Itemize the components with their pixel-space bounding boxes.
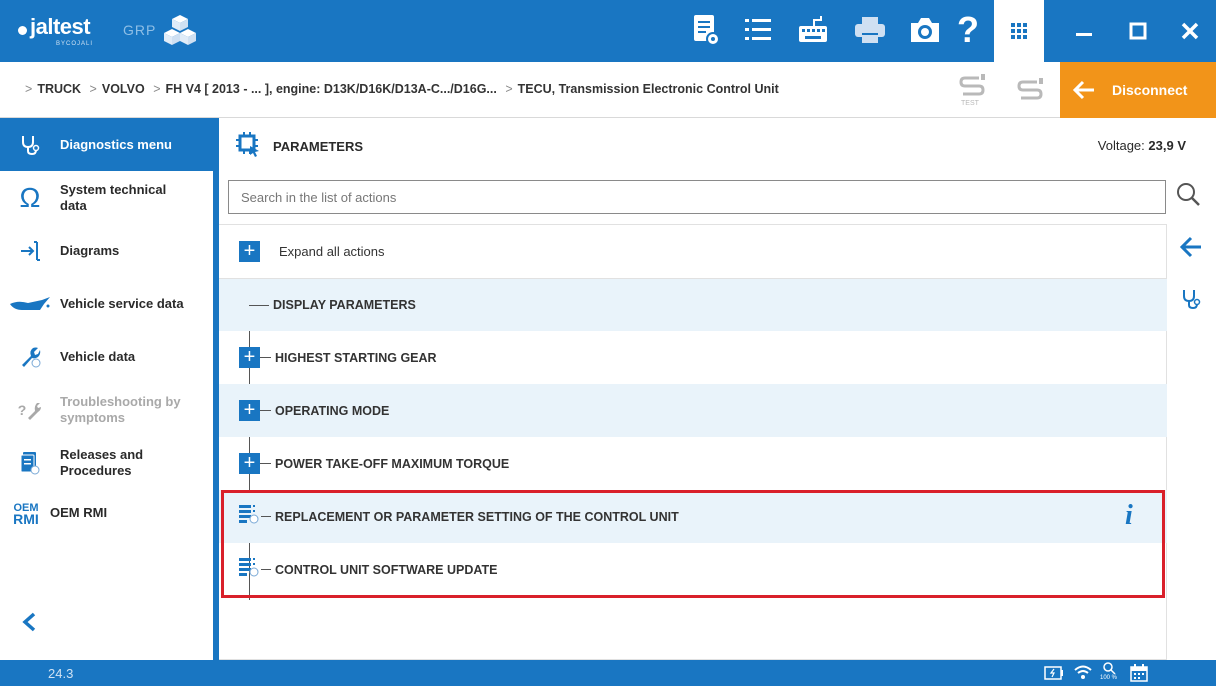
breadcrumb-item-tecu: TECU, Transmission Electronic Control Un… <box>517 82 779 96</box>
list-item[interactable]: + OPERATING MODE <box>219 384 1167 437</box>
cubes-icon <box>163 13 197 52</box>
expand-all-row[interactable]: + Expand all actions <box>219 225 1167 278</box>
disconnect-button[interactable]: Disconnect <box>1060 62 1216 118</box>
expand-icon[interactable]: + <box>239 400 260 421</box>
breadcrumb-item-volvo[interactable]: VOLVO <box>102 82 145 96</box>
printer-icon[interactable] <box>850 10 890 50</box>
search-icon[interactable] <box>1175 181 1201 212</box>
sidebar-item-diagnostics-menu[interactable]: Diagnostics menu <box>0 118 213 171</box>
sidebar-item-releases-and-procedures[interactable]: Releases and Procedures <box>0 436 213 489</box>
search-input[interactable]: Search in the list of actions <box>228 180 1166 214</box>
stethoscope-icon[interactable] <box>1181 288 1201 315</box>
jaltest-logo: jaltest BYCOJALI <box>18 14 92 47</box>
keyboard-icon[interactable] <box>793 10 833 50</box>
wifi-icon <box>1073 664 1093 685</box>
panel-header: PARAMETERS Voltage: 23,9 V <box>219 118 1216 174</box>
breadcrumb: > TRUCK > VOLVO > FH V4 [ 2013 - ... ], eng… <box>25 82 779 96</box>
top-bar: jaltest BYCOJALI GRP ? <box>0 0 1216 62</box>
list-item[interactable]: + HIGHEST STARTING GEAR <box>219 331 1167 384</box>
sidebar-item-troubleshooting[interactable]: ? Troubleshooting by symptoms <box>0 383 213 436</box>
report-icon[interactable] <box>686 10 726 50</box>
sidebar-item-oem-rmi[interactable]: OEM RMI OEM RMI <box>0 489 213 533</box>
oem-rmi-icon: OEM RMI <box>13 502 39 527</box>
arrow-left-icon <box>1072 80 1094 100</box>
chip-parameters-icon <box>235 131 261 162</box>
page-title: PARAMETERS <box>273 138 364 154</box>
diagram-icon <box>0 240 60 262</box>
test-connection-icon[interactable]: TEST <box>955 72 991 108</box>
breadcrumb-item-truck[interactable]: TRUCK <box>37 82 81 96</box>
expand-icon[interactable]: + <box>239 453 260 474</box>
omega-icon: Ω <box>19 181 41 213</box>
back-arrow-icon[interactable] <box>1179 236 1203 263</box>
camera-icon[interactable] <box>905 10 945 50</box>
zoom-icon[interactable]: 100 % <box>1100 661 1117 681</box>
highlight-box <box>221 490 1165 598</box>
right-toolbar <box>1167 224 1216 660</box>
expand-icon[interactable]: + <box>239 347 260 368</box>
battery-icon <box>1044 666 1064 685</box>
list-item[interactable]: DISPLAY PARAMETERS <box>219 278 1167 331</box>
svg-text:TEST: TEST <box>961 100 980 107</box>
breadcrumb-item-model[interactable]: FH V4 [ 2013 - ... ], engine: D13K/D16K/… <box>166 82 497 96</box>
list-icon[interactable] <box>738 10 778 50</box>
sidebar-item-system-technical-data[interactable]: Ω System technical data <box>0 171 213 224</box>
troubleshoot-icon: ? <box>0 400 60 420</box>
calendar-icon[interactable] <box>1130 664 1148 687</box>
minimize-button[interactable] <box>1058 0 1110 62</box>
product-label: GRP <box>123 22 157 38</box>
stethoscope-icon <box>0 134 60 156</box>
sidebar-item-vehicle-data[interactable]: Vehicle data <box>0 330 213 383</box>
maximize-button[interactable] <box>1112 0 1164 62</box>
main-panel: PARAMETERS Voltage: 23,9 V Search in the… <box>219 118 1216 660</box>
list-item[interactable]: + POWER TAKE-OFF MAXIMUM TORQUE <box>219 437 1167 490</box>
oil-can-icon <box>0 294 60 314</box>
wrench-icon <box>0 346 60 368</box>
help-icon[interactable]: ? <box>948 9 988 50</box>
sidebar-item-diagrams[interactable]: Diagrams <box>0 224 213 277</box>
expand-all-icon[interactable]: + <box>239 241 260 262</box>
documents-icon <box>0 451 60 475</box>
apps-grid-icon[interactable] <box>994 0 1044 62</box>
collapse-sidebar-button[interactable] <box>22 612 36 637</box>
sidebar-item-vehicle-service-data[interactable]: Vehicle service data <box>0 277 213 330</box>
connection-icon[interactable] <box>1011 72 1047 108</box>
voltage-readout: Voltage: 23,9 V <box>1097 138 1186 153</box>
breadcrumb-bar: > TRUCK > VOLVO > FH V4 [ 2013 - ... ], eng… <box>0 62 1216 118</box>
actions-list: + Expand all actions DISPLAY PARAMETERS … <box>219 224 1167 660</box>
version-label: 24.3 <box>48 666 74 681</box>
status-bar: 24.3 100 % <box>0 660 1216 686</box>
close-button[interactable] <box>1164 0 1216 62</box>
sidebar: Diagnostics menu Ω System technical data… <box>0 118 213 660</box>
